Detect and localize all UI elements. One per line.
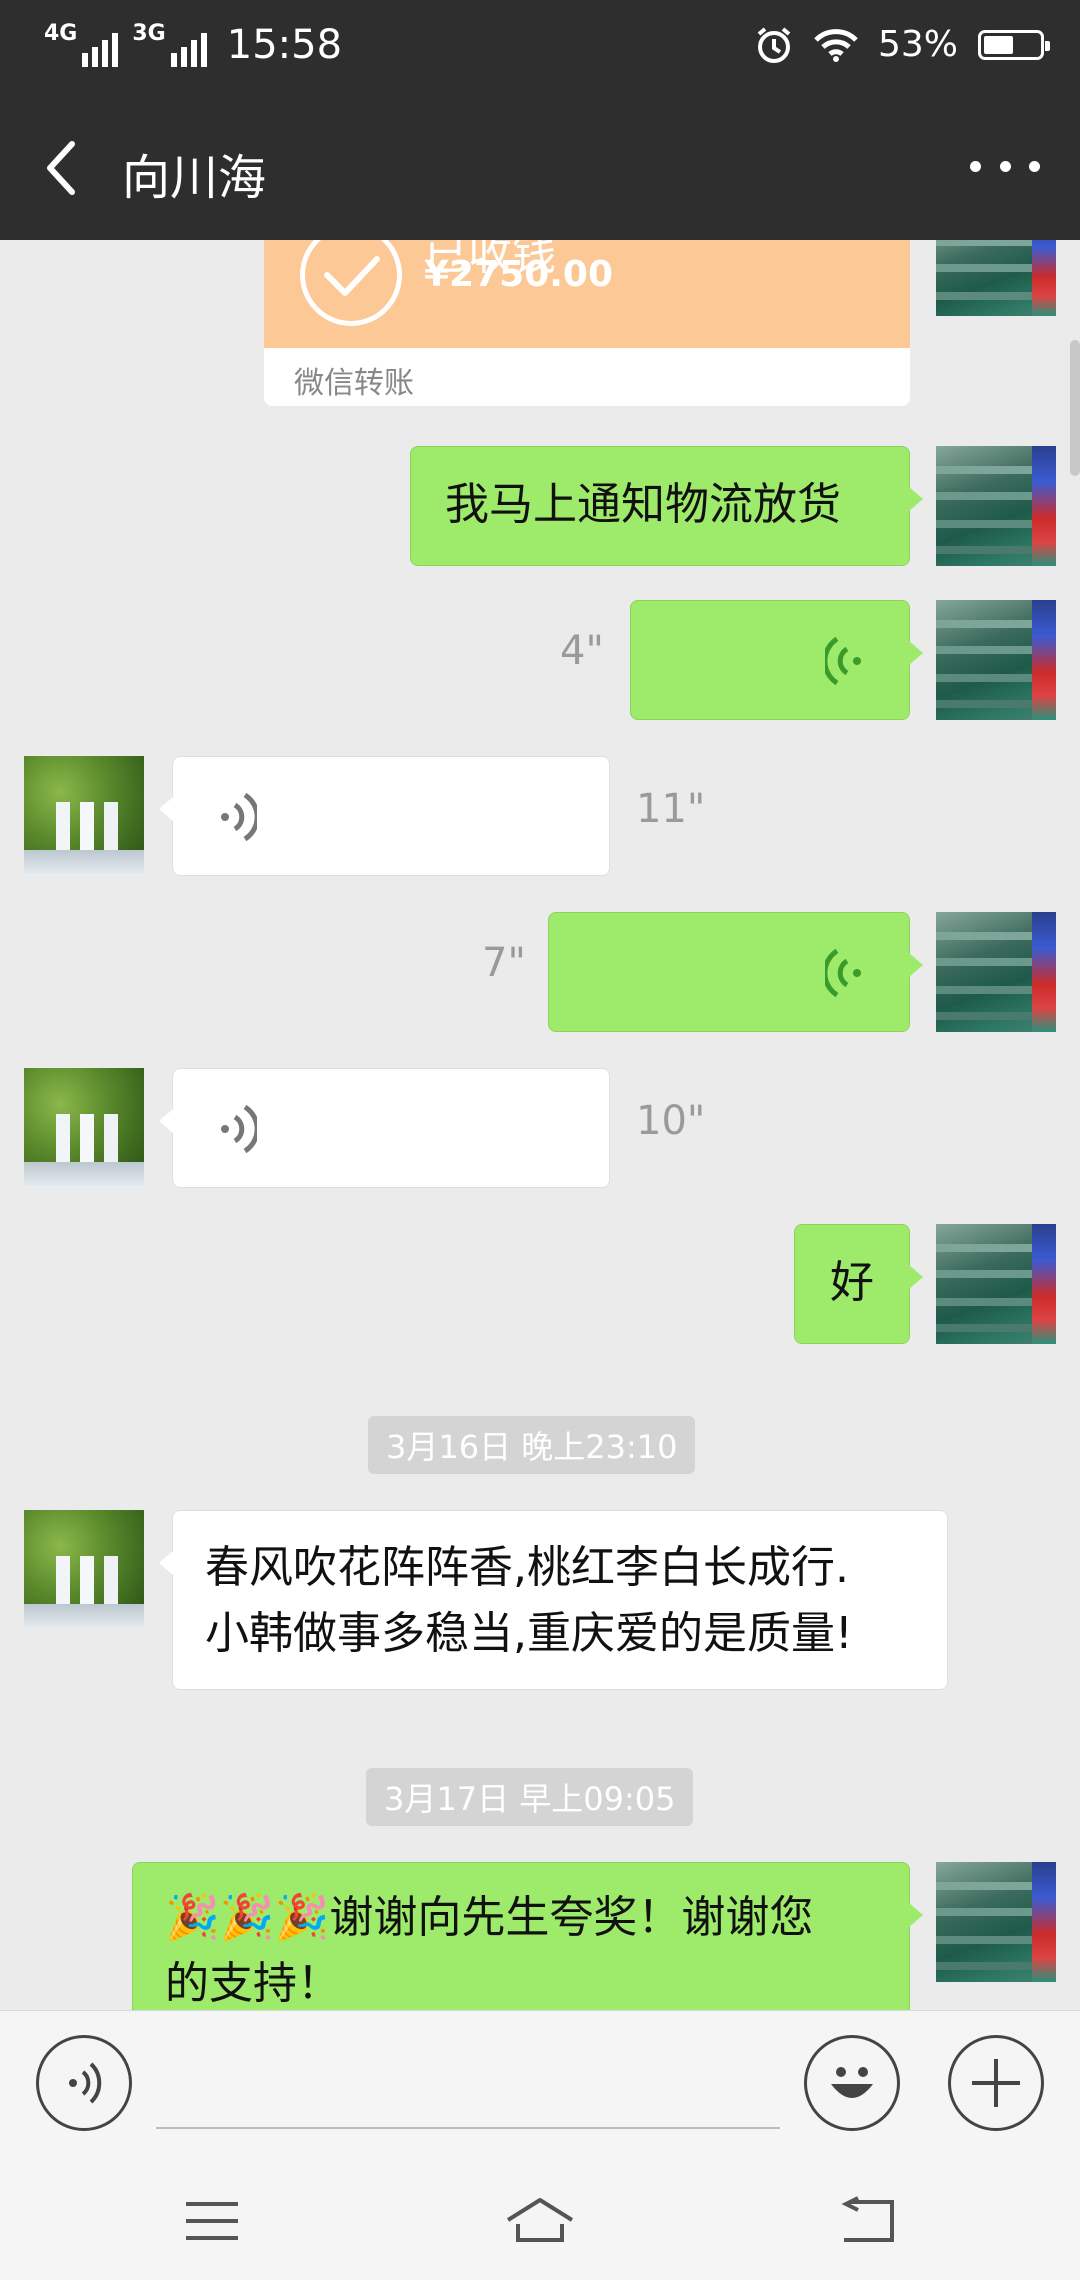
- contact-avatar[interactable]: [24, 1068, 144, 1188]
- voice-wave-icon: [825, 948, 861, 998]
- voice-wave-icon: [825, 636, 861, 686]
- transfer-amount: ¥2750.00: [424, 254, 614, 295]
- status-left: 4G 3G 15:58: [44, 22, 342, 68]
- message-sent-text[interactable]: 好: [794, 1224, 923, 1344]
- scrollbar[interactable]: [1070, 340, 1080, 476]
- message-text: 我马上通知物流放货: [445, 479, 841, 530]
- message-text-line: 小韩做事多稳当,重庆爱的是质量!: [205, 1608, 853, 1659]
- my-avatar[interactable]: [936, 912, 1056, 1032]
- timestamp: 3月16日 晚上23:10: [368, 1416, 696, 1474]
- contact-avatar[interactable]: [24, 756, 144, 876]
- emoji-icon[interactable]: [804, 2035, 900, 2131]
- signal-bars-icon: [82, 33, 119, 67]
- voice-wave-icon: [221, 1104, 257, 1154]
- more-dots-icon[interactable]: [970, 146, 1040, 186]
- message-input[interactable]: [156, 2127, 780, 2129]
- message-text: 好: [830, 1257, 874, 1308]
- battery-icon: [978, 29, 1050, 60]
- message-sent-text[interactable]: 🎉🎉🎉谢谢向先生夸奖！谢谢您 的支持！: [132, 1862, 923, 2010]
- voice-message-received[interactable]: [159, 1068, 610, 1188]
- voice-duration: 4": [560, 628, 604, 674]
- input-bar: [0, 2010, 1080, 2160]
- check-circle-icon: [300, 240, 402, 326]
- party-popper-icon: 🎉🎉🎉: [165, 1892, 330, 1943]
- voice-message-sent[interactable]: [548, 912, 923, 1032]
- network-label-4g: 4G: [44, 21, 78, 46]
- message-received-text[interactable]: 春风吹花阵阵香,桃红李白长成行. 小韩做事多稳当,重庆爱的是质量!: [159, 1510, 948, 1690]
- voice-wave-icon: [221, 792, 257, 842]
- my-avatar[interactable]: [936, 600, 1056, 720]
- signal-3g: 3G: [132, 21, 207, 67]
- page-title: 向川海: [122, 150, 267, 206]
- message-text-line: 春风吹花阵阵香,桃红李白长成行.: [205, 1542, 849, 1593]
- signal-4g: 4G: [44, 21, 119, 67]
- voice-duration: 10": [636, 1098, 706, 1144]
- chat-area[interactable]: 已收钱 ¥2750.00 微信转账 我马上通知物流放货 4" 11" 7" 10…: [0, 240, 1080, 2010]
- transfer-card[interactable]: 已收钱 ¥2750.00 微信转账: [264, 240, 910, 406]
- voice-duration: 11": [636, 786, 706, 832]
- contact-avatar[interactable]: [24, 1510, 144, 1630]
- my-avatar[interactable]: [936, 446, 1056, 566]
- status-bar: 4G 3G 15:58 53%: [0, 0, 1080, 96]
- wifi-icon: [814, 28, 858, 62]
- my-avatar[interactable]: [936, 1862, 1056, 1982]
- voice-message-sent[interactable]: [630, 600, 923, 720]
- menu-icon[interactable]: [182, 2196, 242, 2246]
- battery-percent: 53%: [877, 24, 958, 65]
- status-right: 53%: [754, 24, 1050, 65]
- voice-duration: 7": [482, 940, 526, 986]
- plus-icon[interactable]: [948, 2035, 1044, 2131]
- message-text: 谢谢向先生夸奖！谢谢您: [329, 1892, 814, 1943]
- voice-mode-icon[interactable]: [36, 2035, 132, 2131]
- transfer-label: 微信转账: [294, 366, 414, 401]
- message-sent-text[interactable]: 我马上通知物流放货: [410, 446, 923, 566]
- my-avatar[interactable]: [936, 240, 1056, 316]
- chat-header: 向川海: [0, 96, 1080, 240]
- voice-message-received[interactable]: [159, 756, 610, 876]
- back-arrow-icon[interactable]: [36, 134, 96, 202]
- system-nav-bar: [0, 2160, 1080, 2280]
- network-label-3g: 3G: [132, 21, 166, 46]
- timestamp: 3月17日 早上09:05: [366, 1768, 694, 1826]
- home-icon[interactable]: [504, 2196, 576, 2246]
- back-nav-icon[interactable]: [840, 2196, 900, 2246]
- message-text-line: 🎉🎉🎉谢谢向先生夸奖！谢谢您: [165, 1885, 877, 1951]
- signal-bars-icon: [170, 33, 207, 67]
- message-text-line: 的支持！: [165, 1958, 341, 2009]
- my-avatar[interactable]: [936, 1224, 1056, 1344]
- transfer-card-top: 已收钱 ¥2750.00: [264, 240, 910, 348]
- clock: 15:58: [226, 22, 343, 68]
- alarm-icon: [757, 26, 791, 63]
